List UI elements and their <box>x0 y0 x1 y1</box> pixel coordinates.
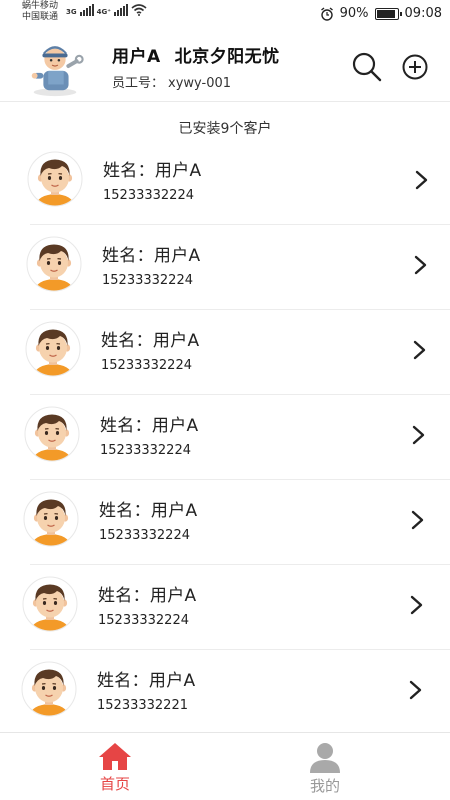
carrier-bottom: 中国联通 <box>22 12 59 22</box>
employee-label: 员工号： <box>112 76 165 91</box>
person-icon <box>310 743 340 773</box>
customer-row[interactable]: 姓名：用户A 15233332224 <box>0 310 450 395</box>
name-label: 姓名： <box>97 671 149 691</box>
company-name: 北京夕阳无忧 <box>174 47 280 67</box>
name-label: 姓名： <box>103 161 155 181</box>
signal-4g-label: 4G⁺ <box>96 8 111 16</box>
chevron-right-icon[interactable] <box>409 595 425 615</box>
customer-name: 姓名：用户A <box>98 581 196 606</box>
profile-header: 用户A 北京夕阳无忧 员工号： xywy-001 <box>0 30 450 102</box>
customer-row[interactable]: 姓名：用户A 15233332224 <box>0 565 450 650</box>
customer-avatar <box>25 321 81 377</box>
customer-phone: 15233332221 <box>97 698 188 713</box>
home-icon <box>99 743 131 770</box>
name-value: 用户A <box>154 161 202 181</box>
customer-phone: 15233332224 <box>101 358 192 373</box>
nav-mine-label: 我的 <box>309 777 340 795</box>
customer-phone: 15233332224 <box>100 443 191 458</box>
customer-phone: 15233332224 <box>103 188 194 203</box>
employee-id: xywy-001 <box>168 76 232 91</box>
name-value: 用户A <box>149 586 197 606</box>
customer-row[interactable]: 姓名：用户A 15233332224 <box>0 480 450 565</box>
name-label: 姓名： <box>98 586 150 606</box>
customer-row[interactable]: 姓名：用户A 15233332224 <box>0 395 450 480</box>
customer-phone: 15233332224 <box>98 613 189 628</box>
nav-mine[interactable]: 我的 <box>285 741 365 796</box>
status-bar: 蜗牛移动 中国联通 3G 4G⁺ 90% 09:08 <box>0 0 450 28</box>
alarm-icon <box>320 6 333 21</box>
customer-avatar <box>21 661 77 717</box>
add-button[interactable] <box>398 50 432 84</box>
wifi-icon <box>131 4 147 16</box>
customer-row[interactable]: 姓名：用户A 15233332221 <box>0 650 450 735</box>
customer-list: 姓名：用户A 15233332224 姓名：用户A 15233332224 姓名：用户A… <box>0 140 450 735</box>
chevron-right-icon[interactable] <box>408 680 424 700</box>
user-name: 用户A <box>112 47 161 67</box>
status-right: 90% 09:08 <box>320 6 442 21</box>
worker-avatar[interactable] <box>24 36 86 98</box>
chevron-right-icon[interactable] <box>411 425 427 445</box>
search-button[interactable] <box>350 50 384 84</box>
customer-avatar <box>27 151 83 207</box>
customer-name: 姓名：用户A <box>101 326 199 351</box>
name-label: 姓名： <box>101 331 153 351</box>
header-title: 用户A 北京夕阳无忧 <box>112 42 294 67</box>
customer-phone: 15233332224 <box>102 273 193 288</box>
signal-group: 3G 4G⁺ <box>66 4 147 16</box>
signal-icon <box>113 4 128 16</box>
customer-avatar <box>24 406 80 462</box>
customer-avatar <box>22 576 78 632</box>
employee-line: 员工号： xywy-001 <box>112 72 231 91</box>
customer-avatar <box>26 236 82 292</box>
name-label: 姓名： <box>102 246 154 266</box>
customer-name: 姓名：用户A <box>102 241 200 266</box>
name-value: 用户A <box>151 416 199 436</box>
nav-home-label: 首页 <box>99 775 130 793</box>
customer-count-title: 已安装9个客户 <box>178 121 272 137</box>
customer-name: 姓名：用户A <box>103 156 201 181</box>
name-value: 用户A <box>153 246 201 266</box>
name-value: 用户A <box>152 331 200 351</box>
customer-name: 姓名：用户A <box>97 666 195 691</box>
name-value: 用户A <box>150 501 198 521</box>
customer-avatar <box>23 491 79 547</box>
chevron-right-icon[interactable] <box>414 170 430 190</box>
battery-fill <box>376 9 395 18</box>
battery-percent: 90% <box>339 6 369 21</box>
name-label: 姓名： <box>100 416 152 436</box>
chevron-right-icon[interactable] <box>410 510 426 530</box>
signal-icon <box>79 4 94 16</box>
customer-name: 姓名：用户A <box>100 411 198 436</box>
name-value: 用户A <box>148 671 196 691</box>
name-label: 姓名： <box>99 501 151 521</box>
customer-row[interactable]: 姓名：用户A 15233332224 <box>0 140 450 225</box>
clock: 09:08 <box>404 6 442 21</box>
customer-name: 姓名：用户A <box>99 496 197 521</box>
search-icon <box>352 52 382 82</box>
customer-phone: 15233332224 <box>99 528 190 543</box>
chevron-right-icon[interactable] <box>412 340 428 360</box>
bottom-nav: 首页 我的 <box>0 732 450 800</box>
carrier-info: 蜗牛移动 中国联通 <box>22 1 58 23</box>
nav-home[interactable]: 首页 <box>75 741 155 794</box>
signal-3g-label: 3G <box>66 8 77 16</box>
chevron-right-icon[interactable] <box>413 255 429 275</box>
customer-row[interactable]: 姓名：用户A 15233332224 <box>0 225 450 310</box>
add-icon <box>402 54 428 80</box>
carrier-top: 蜗牛移动 <box>22 1 59 11</box>
battery-icon <box>374 7 402 20</box>
